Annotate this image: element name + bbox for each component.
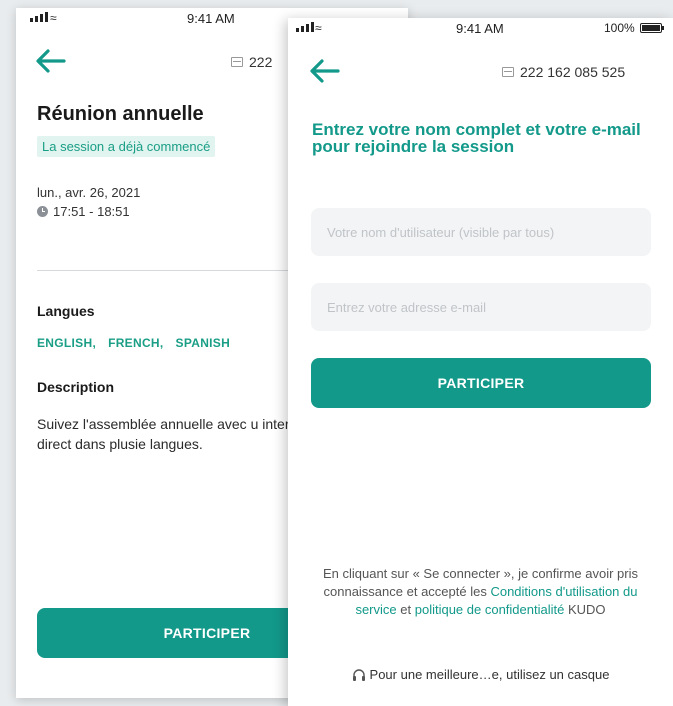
meeting-id: 222 <box>231 54 272 70</box>
status-badge: La session a déjà commencé <box>37 136 216 157</box>
signal-icon <box>296 22 314 32</box>
clock-icon <box>37 206 48 217</box>
meeting-id-icon <box>502 67 514 77</box>
meeting-id-icon <box>231 57 243 67</box>
battery-percent: 100% <box>604 21 635 35</box>
languages-heading: Langues <box>37 303 95 319</box>
meeting-id-value: 222 <box>249 54 273 70</box>
session-time: 17:51 - 18:51 <box>37 204 130 219</box>
participate-button[interactable]: PARTICIPER <box>311 358 651 408</box>
back-arrow-icon[interactable] <box>34 48 68 74</box>
session-title: Réunion annuelle <box>37 103 204 125</box>
description-heading: Description <box>37 379 115 395</box>
terms-middle: et <box>400 602 412 617</box>
wifi-icon: ≈ <box>315 21 322 35</box>
status-time: 9:41 AM <box>187 11 235 26</box>
signal-icon <box>30 12 48 22</box>
terms-suffix: KUDO <box>567 602 606 617</box>
languages-list: ENGLISH, FRENCH, SPANISH <box>37 336 230 350</box>
session-time-range: 17:51 - 18:51 <box>53 204 130 219</box>
meeting-id: 222 162 085 525 <box>502 64 625 80</box>
battery-icon <box>640 23 664 33</box>
language-item: ENGLISH, <box>37 336 97 350</box>
back-arrow-icon[interactable] <box>308 58 342 84</box>
status-bar: ≈ 9:41 AM 100% <box>288 18 673 40</box>
headset-tip: Pour une meilleure…e, utilisez un casque <box>308 667 653 682</box>
headset-icon <box>352 668 365 681</box>
privacy-policy-link[interactable]: politique de confidentialité <box>415 602 565 617</box>
language-item: FRENCH, <box>108 336 164 350</box>
email-input[interactable] <box>311 283 651 331</box>
status-time: 9:41 AM <box>456 21 504 36</box>
join-form-screen: ≈ 9:41 AM 100% 222 162 085 525 Entrez vo… <box>288 18 673 706</box>
language-item: SPANISH <box>175 336 231 350</box>
terms-notice: En cliquant sur « Se connecter », je con… <box>308 565 653 619</box>
participate-label: PARTICIPER <box>437 375 525 391</box>
meeting-id-value: 222 162 085 525 <box>520 64 626 80</box>
username-input[interactable] <box>311 208 651 256</box>
session-date: lun., avr. 26, 2021 <box>37 185 141 200</box>
join-form-title: Entrez votre nom complet et votre e-mail… <box>312 120 641 156</box>
wifi-icon: ≈ <box>50 11 57 25</box>
headset-tip-text: Pour une meilleure…e, utilisez un casque <box>369 667 610 682</box>
participate-label: PARTICIPER <box>163 625 251 641</box>
